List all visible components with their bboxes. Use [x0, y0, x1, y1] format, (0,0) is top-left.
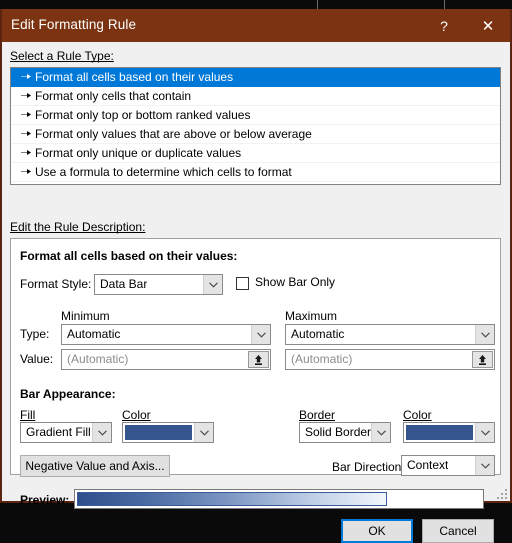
maximum-value-input[interactable]: (Automatic)	[285, 349, 495, 370]
rule-type-item-1[interactable]: Format only cells that contain	[11, 87, 500, 106]
cancel-button-label: Cancel	[439, 524, 477, 538]
rule-bullet-icon	[21, 126, 35, 145]
show-bar-only-checkbox[interactable]	[236, 277, 249, 290]
ok-button-label: OK	[368, 524, 386, 538]
border-value: Solid Border	[305, 425, 372, 439]
minimum-value-input[interactable]: (Automatic)	[61, 349, 271, 370]
value-row-label: Value:	[20, 352, 54, 366]
fill-color-swatch	[125, 425, 192, 440]
minimum-header: Minimum	[61, 309, 110, 323]
show-bar-only-label: Show Bar Only	[255, 275, 336, 289]
fill-combobox[interactable]: Gradient Fill	[20, 422, 112, 443]
negative-value-and-axis-label: Negative Value and Axis...	[25, 459, 165, 473]
close-icon[interactable]: ✕	[467, 9, 509, 42]
ok-button[interactable]: OK	[341, 519, 413, 543]
edit-rule-description-label: Edit the Rule Description:	[10, 220, 146, 234]
rule-bullet-icon	[21, 164, 35, 183]
dialog-titlebar[interactable]: Edit Formatting Rule ? ✕	[2, 9, 510, 42]
dialog-title: Edit Formatting Rule	[11, 17, 137, 32]
rule-type-label-0: Format all cells based on their values	[35, 70, 234, 84]
border-color-picker[interactable]	[403, 422, 495, 443]
fill-label: Fill	[20, 408, 36, 422]
rule-type-label-4: Format only unique or duplicate values	[35, 146, 242, 160]
border-label: Border	[299, 408, 336, 422]
format-style-value: Data Bar	[100, 277, 148, 291]
border-color-swatch	[406, 425, 473, 440]
bar-direction-combobox[interactable]: Context	[401, 455, 495, 476]
background-divider	[444, 0, 445, 9]
maximum-header: Maximum	[285, 309, 338, 323]
help-icon[interactable]: ?	[427, 9, 461, 42]
minimum-type-combobox[interactable]: Automatic	[61, 324, 271, 345]
rule-type-item-4[interactable]: Format only unique or duplicate values	[11, 144, 500, 163]
dialog-body: Select a Rule Type: Format all cells bas…	[2, 42, 510, 543]
rule-type-item-2[interactable]: Format only top or bottom ranked values	[11, 106, 500, 125]
preview-data-bar	[77, 492, 387, 506]
preview-label: Preview:	[20, 493, 70, 507]
rule-type-label-5: Use a formula to determine which cells t…	[35, 165, 292, 179]
rule-type-item-0[interactable]: Format all cells based on their values	[11, 68, 500, 87]
format-style-combobox[interactable]: Data Bar	[94, 274, 223, 295]
chevron-down-icon[interactable]	[92, 423, 111, 442]
minimum-type-value: Automatic	[67, 327, 121, 341]
bar-direction-value: Context	[407, 458, 449, 472]
negative-value-and-axis-button[interactable]: Negative Value and Axis...	[20, 455, 170, 477]
minimum-value-placeholder: (Automatic)	[67, 352, 129, 366]
fill-color-label: Color	[122, 408, 151, 422]
edit-formatting-rule-dialog: Edit Formatting Rule ? ✕ Select a Rule T…	[0, 9, 512, 543]
chevron-down-icon[interactable]	[371, 423, 390, 442]
minimum-range-selector-button[interactable]	[248, 351, 269, 368]
description-heading: Format all cells based on their values:	[20, 249, 238, 263]
rule-type-label-3: Format only values that are above or bel…	[35, 127, 312, 141]
maximum-range-selector-button[interactable]	[472, 351, 493, 368]
maximum-type-value: Automatic	[291, 327, 345, 341]
chevron-down-icon[interactable]	[475, 456, 494, 475]
chevron-down-icon[interactable]	[251, 325, 270, 344]
rule-bullet-icon	[21, 88, 35, 107]
rule-type-item-3[interactable]: Format only values that are above or bel…	[11, 125, 500, 144]
rule-type-label-2: Format only top or bottom ranked values	[35, 108, 251, 122]
chevron-down-icon[interactable]	[475, 423, 494, 442]
format-style-label: Format Style:	[20, 277, 92, 291]
type-row-label: Type:	[20, 327, 50, 341]
rule-bullet-icon	[21, 107, 35, 126]
preview-field	[74, 489, 484, 509]
resize-grip[interactable]	[495, 487, 507, 499]
rule-type-label-1: Format only cells that contain	[35, 89, 192, 103]
select-rule-type-label: Select a Rule Type:	[10, 49, 114, 63]
bar-direction-label: Bar Direction:	[332, 460, 405, 474]
rule-type-listbox[interactable]: Format all cells based on their values F…	[10, 67, 501, 185]
rule-bullet-icon	[21, 69, 35, 88]
chevron-down-icon[interactable]	[475, 325, 494, 344]
fill-color-picker[interactable]	[122, 422, 214, 443]
rule-bullet-icon	[21, 145, 35, 164]
chevron-down-icon[interactable]	[203, 275, 222, 294]
maximum-value-placeholder: (Automatic)	[291, 352, 353, 366]
chevron-down-icon[interactable]	[194, 423, 213, 442]
border-combobox[interactable]: Solid Border	[299, 422, 391, 443]
maximum-type-combobox[interactable]: Automatic	[285, 324, 495, 345]
background-strip	[0, 0, 512, 9]
background-divider	[317, 0, 318, 9]
fill-value: Gradient Fill	[26, 425, 91, 439]
cancel-button[interactable]: Cancel	[422, 519, 494, 543]
bar-appearance-heading: Bar Appearance:	[20, 387, 116, 401]
border-color-label: Color	[403, 408, 432, 422]
rule-type-item-5[interactable]: Use a formula to determine which cells t…	[11, 163, 500, 182]
